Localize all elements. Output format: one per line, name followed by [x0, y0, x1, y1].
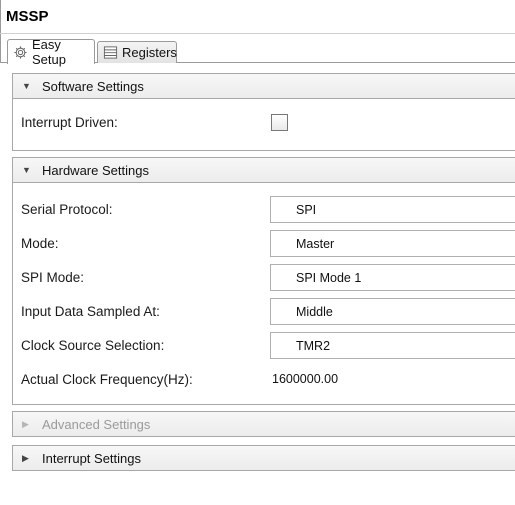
clock-source-value: TMR2 [296, 338, 331, 353]
table-icon [103, 45, 118, 61]
spi-mode-select[interactable]: SPI Mode 1 [270, 264, 515, 291]
interrupt-driven-checkbox[interactable] [271, 114, 288, 131]
serial-protocol-select[interactable]: SPI [270, 196, 515, 223]
advanced-settings-title: Advanced Settings [42, 416, 151, 432]
spi-mode-label: SPI Mode: [21, 269, 85, 285]
input-data-sampled-label: Input Data Sampled At: [21, 303, 160, 319]
spi-mode-value: SPI Mode 1 [296, 270, 362, 285]
clock-source-select[interactable]: TMR2 [270, 332, 515, 359]
input-data-sampled-value: Middle [296, 304, 333, 319]
hardware-settings-header[interactable]: ▼ Hardware Settings [13, 158, 515, 183]
collapsed-triangle-icon: ▶ [22, 418, 29, 429]
advanced-settings-section: ▶ Advanced Settings [12, 411, 515, 437]
hardware-settings-section: ▼ Hardware Settings Serial Protocol: SPI… [12, 157, 515, 405]
tab-registers-label: Registers [122, 45, 177, 60]
software-settings-section: ▼ Software Settings Interrupt Driven: [12, 73, 515, 151]
tab-registers[interactable]: Registers [97, 41, 177, 63]
software-settings-title: Software Settings [42, 78, 144, 94]
mode-label: Mode: [21, 235, 59, 251]
interrupt-driven-label: Interrupt Driven: [21, 114, 118, 130]
software-settings-header[interactable]: ▼ Software Settings [13, 74, 515, 99]
clock-frequency-label: Actual Clock Frequency(Hz): [21, 371, 193, 387]
interrupt-settings-title: Interrupt Settings [42, 450, 141, 466]
expanded-triangle-icon: ▼ [22, 81, 31, 91]
title-separator [0, 33, 515, 34]
app-title: MSSP [6, 8, 49, 25]
gear-icon [13, 44, 28, 60]
tab-easy-setup[interactable]: Easy Setup [7, 37, 95, 67]
tab-easy-setup-label: Easy Setup [32, 37, 66, 67]
interrupt-settings-section: ▶ Interrupt Settings [12, 445, 515, 471]
clock-frequency-value: 1600000.00 [272, 372, 339, 386]
advanced-settings-header: ▶ Advanced Settings [13, 412, 515, 436]
mode-value: Master [296, 236, 335, 251]
input-data-sampled-select[interactable]: Middle [270, 298, 515, 325]
collapsed-triangle-icon: ▶ [22, 452, 29, 463]
easy-setup-panel: ▼ Software Settings Interrupt Driven: ▼ … [0, 63, 515, 505]
interrupt-settings-header[interactable]: ▶ Interrupt Settings [13, 446, 515, 470]
serial-protocol-label: Serial Protocol: [21, 201, 113, 217]
clock-source-label: Clock Source Selection: [21, 337, 165, 353]
hardware-settings-title: Hardware Settings [42, 162, 149, 178]
expanded-triangle-icon: ▼ [22, 165, 31, 175]
mode-select[interactable]: Master [270, 230, 515, 257]
serial-protocol-value: SPI [296, 202, 317, 217]
